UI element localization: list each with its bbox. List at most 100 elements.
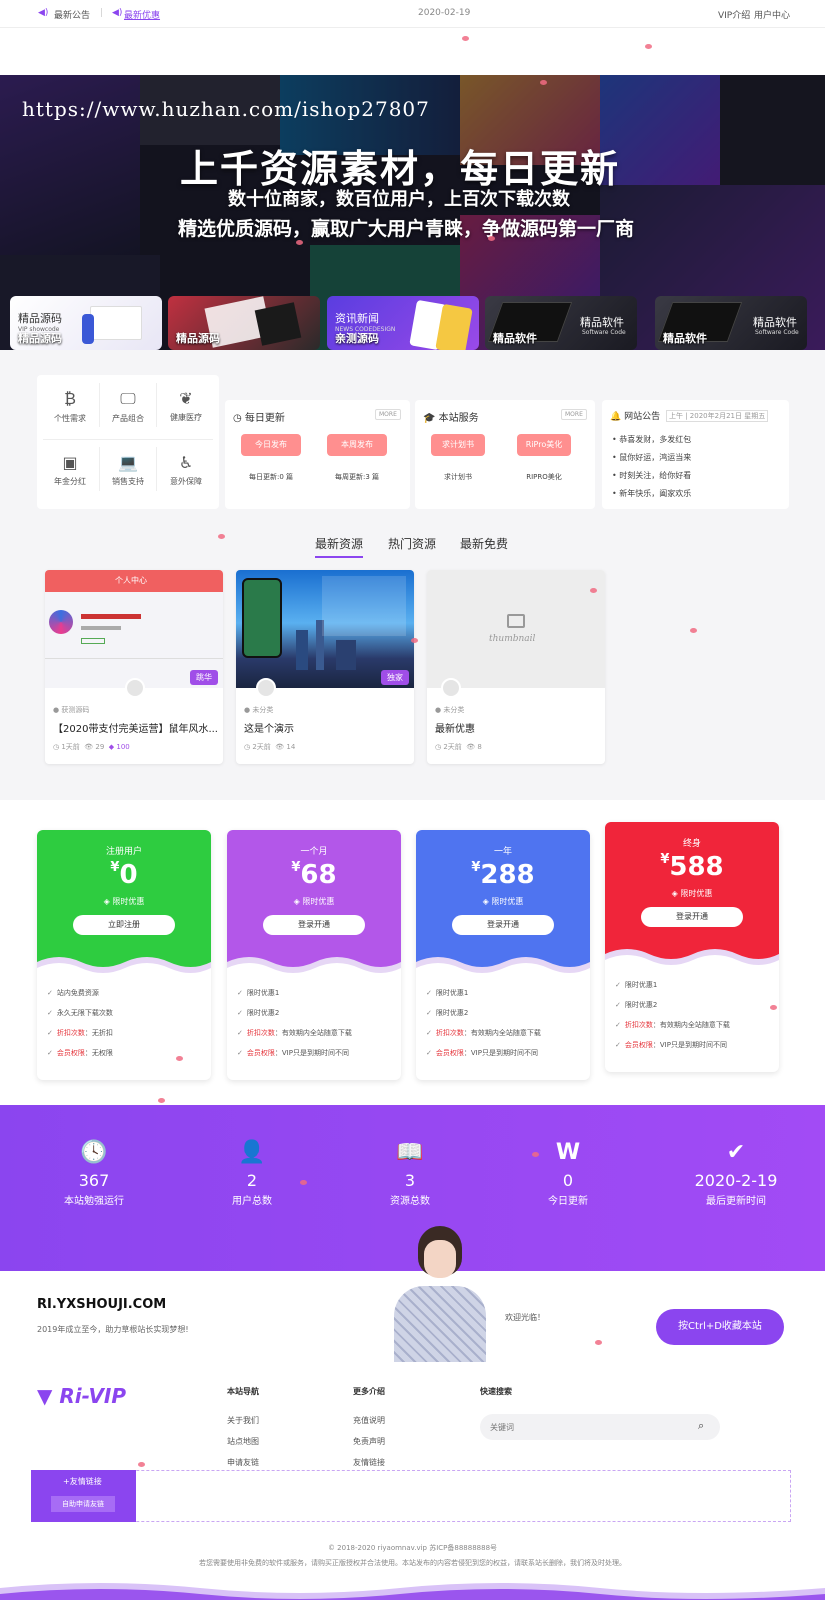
resource-category[interactable]: ● 获测源码: [53, 705, 89, 715]
resource-views: 8: [477, 743, 482, 751]
login-subscribe-button[interactable]: 登录开通: [263, 915, 365, 935]
check-icon: ✓: [47, 1049, 53, 1057]
quicklink-health[interactable]: ❦ 健康医疗: [157, 383, 215, 427]
eye-icon: 👁: [275, 743, 287, 751]
service-card: 🎓 本站服务 MORE 求计划书 RiPro美化 求计划书 RIPRO美化: [415, 400, 595, 509]
category-card-4[interactable]: 精品软件 Software Code 精品软件: [485, 296, 637, 350]
tab-free[interactable]: 最新免费: [460, 535, 508, 552]
footer-link-apply-friend[interactable]: 申请友链: [227, 1457, 259, 1468]
check-icon: ✓: [237, 1049, 243, 1057]
top-date: 2020-02-19: [418, 8, 471, 18]
resource-card[interactable]: thumbnail ● 未分类 最新优惠 ◷ 2天前 👁 8: [427, 570, 605, 764]
hero-tagline: 精选优质源码，赢取广大用户青睐，争做源码第一厂商: [178, 218, 635, 240]
footer-link-about[interactable]: 关于我们: [227, 1415, 259, 1426]
megaphone-icon: ◀): [38, 8, 49, 18]
notice-link[interactable]: 最新优惠: [124, 8, 160, 21]
stat-value: 367: [78, 1171, 110, 1190]
notice-item[interactable]: • 鼠你好运，鸿运当来: [612, 452, 691, 463]
clock-icon: ◷: [233, 413, 245, 424]
plan-name: 终身: [682, 839, 701, 849]
bookmark-button[interactable]: 按Ctrl+D收藏本站: [656, 1309, 784, 1345]
stat-value: 2: [246, 1171, 258, 1190]
service-more-link[interactable]: MORE: [561, 409, 587, 420]
plan-tag: ◈ 限时优惠: [227, 896, 401, 907]
feature-text: 限时优惠2: [246, 1009, 280, 1017]
notice-item[interactable]: • 恭喜发财，多发红包: [612, 434, 691, 445]
plan-feature: ✓ 折扣次数：有效期内全站随意下载: [615, 1020, 730, 1030]
plan-feature: ✓ 会员权限：无权限: [47, 1048, 113, 1058]
category-card-1[interactable]: 精品源码 VIP showcode 精品源码: [10, 296, 162, 350]
category-card-2[interactable]: 精品源码: [168, 296, 320, 350]
quicklink-accident[interactable]: ♿ 意外保障: [157, 447, 215, 491]
quicklink-sales[interactable]: 💻 销售支持: [99, 447, 157, 491]
resource-thumbnail: thumbnail: [427, 570, 605, 688]
avatar: [441, 678, 461, 698]
user-center-link[interactable]: 用户中心: [754, 8, 790, 21]
top-bar: ◀) 最新公告 | ◀) 最新优惠 2020-02-19 VIP介绍 用户中心: [0, 0, 825, 28]
login-subscribe-button[interactable]: 登录开通: [452, 915, 554, 935]
quicklink-label: 意外保障: [170, 477, 202, 486]
plan-tag-text: 限时优惠: [112, 897, 145, 906]
check-icon: ✓: [426, 989, 432, 997]
category-label: 精品软件: [493, 332, 537, 345]
footer-link-disclaimer[interactable]: 免责声明: [353, 1436, 385, 1447]
eye-icon: 👁: [84, 743, 96, 751]
plan-feature: ✓ 限时优惠1: [237, 988, 279, 998]
v-logo-icon: ▼: [37, 1384, 60, 1408]
stat-today: W 0 今日更新: [518, 1140, 618, 1207]
resource-category[interactable]: ● 未分类: [244, 705, 273, 715]
service-heading: 🎓 本站服务: [423, 409, 479, 424]
tab-hot[interactable]: 热门资源: [388, 535, 436, 552]
pricing-card-year: 一年 ¥288 ◈ 限时优惠 登录开通 ✓ 限时优惠1 ✓ 限时优惠2 ✓ 折扣次数：…: [416, 830, 590, 1080]
search-icon[interactable]: ⌕: [698, 1419, 704, 1433]
plan-request-button[interactable]: 求计划书: [431, 434, 485, 456]
apply-friend-link-button[interactable]: 自助申请友链: [51, 1496, 115, 1512]
vip-intro-link[interactable]: VIP介绍: [718, 8, 750, 21]
resource-category[interactable]: ● 未分类: [435, 705, 464, 715]
today-publish-button[interactable]: 今日发布: [241, 434, 301, 456]
hero-subtitle: 数十位商家，数百位用户，上百次下载次数: [228, 189, 570, 210]
quicklink-product[interactable]: 🖵 产品组合: [99, 383, 157, 427]
footer-link-sitemap[interactable]: 站点地图: [227, 1436, 259, 1447]
footer-link-friends[interactable]: 友情链接: [353, 1457, 385, 1468]
check-icon: ✓: [615, 1041, 621, 1049]
resource-title[interactable]: 【2020带支付完美运营】鼠年风水...: [53, 720, 218, 735]
resource-card[interactable]: 独家 ● 未分类 这是个演示 ◷ 2天前 👁 14: [236, 570, 414, 764]
search-input[interactable]: [490, 1418, 680, 1436]
daily-update-heading: ◷ 每日更新: [233, 409, 285, 424]
leaf-icon: ❦: [179, 389, 193, 408]
resource-category-text: 未分类: [252, 706, 274, 714]
service-caption: RIPRO美化: [526, 473, 562, 481]
plan-feature: ✓ 会员权限：VIP只是到期时间不同: [237, 1048, 349, 1058]
notice-item[interactable]: • 新年快乐，阖家欢乐: [612, 488, 691, 499]
category-title: 精品软件: [580, 316, 624, 329]
resource-title[interactable]: 最新优惠: [435, 720, 600, 735]
category-card-5[interactable]: 精品软件 Software Code 精品软件: [655, 296, 807, 350]
check-icon: ✓: [426, 1029, 432, 1037]
stat-resources: 📖 3 资源总数: [360, 1140, 460, 1207]
footer-logo[interactable]: ▼ Ri-VIP: [37, 1384, 126, 1408]
notice-icon: ◀): [112, 8, 123, 18]
quicklink-custom[interactable]: ₿ 个性需求: [41, 383, 99, 427]
copyright: © 2018-2020 riyaomnav.vip 苏ICP备88888888号: [327, 1544, 498, 1552]
resource-card[interactable]: 个人中心 跳华 ● 获测源码 【2020带支付完美运营】鼠年风水... ◷ 1天…: [45, 570, 223, 764]
petal-decoration: [690, 628, 697, 633]
quicklink-annuity[interactable]: ▣ 年金分红: [41, 447, 99, 491]
plan-name: 一个月: [300, 847, 328, 857]
stat-label: 资源总数: [390, 1196, 430, 1207]
ripro-button[interactable]: RiPro美化: [517, 434, 571, 456]
resource-views: 14: [286, 743, 296, 751]
stat-last-update: ✔ 2020-2-19 最后更新时间: [676, 1140, 796, 1207]
login-subscribe-button[interactable]: 登录开通: [641, 907, 743, 927]
tab-latest[interactable]: 最新资源: [315, 535, 364, 558]
register-button[interactable]: 立即注册: [73, 915, 175, 935]
resource-category-text: 获测源码: [61, 706, 90, 714]
notice-item[interactable]: • 时刻关注，给你好看: [612, 470, 691, 481]
daily-more-link[interactable]: MORE: [375, 409, 401, 420]
category-card-3[interactable]: 资讯新闻 NEWS CODEDESIGN 亲测源码: [327, 296, 479, 350]
stat-label: 最后更新时间: [706, 1196, 766, 1207]
footer-link-recharge[interactable]: 充值说明: [353, 1415, 385, 1426]
resource-title[interactable]: 这是个演示: [244, 720, 409, 735]
week-publish-button[interactable]: 本周发布: [327, 434, 387, 456]
plan-price-value: 0: [119, 860, 138, 890]
